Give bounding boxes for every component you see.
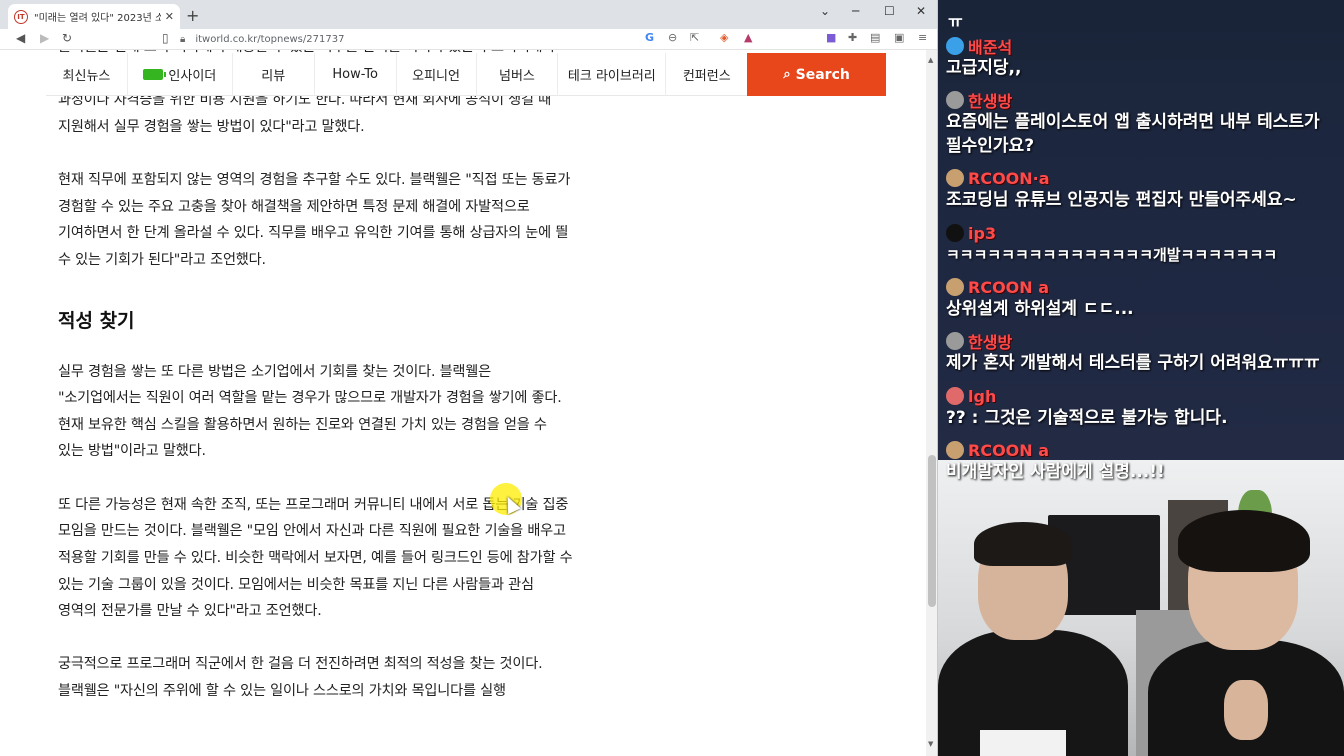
screen: { "browser": { "tab_title": "\"미래는 열려 있다… xyxy=(0,0,1344,756)
search-icon: ⌕ xyxy=(783,67,791,82)
chat-message: RCOON a 상위설계 하위설계 ㄷㄷ... xyxy=(946,277,1134,321)
chat-message: RCOON·a 조코딩님 유튜브 인공지능 편집자 만들어주세요~ xyxy=(946,168,1297,212)
zoom-icon[interactable]: ⊖ xyxy=(668,31,677,44)
share-icon[interactable]: ⇱ xyxy=(690,31,699,44)
scrollbar-thumb[interactable] xyxy=(928,455,936,607)
scroll-up-icon[interactable]: ▲ xyxy=(928,56,933,64)
chat-message: ip3 ㅋㅋㅋㅋㅋㅋㅋㅋㅋㅋㅋㅋㅋㅋㅋ개발ㅋㅋㅋㅋㅋㅋㅋ xyxy=(946,223,1277,267)
user-avatar xyxy=(946,332,964,350)
article-paragraph: 궁극적으로 프로그래머 직군에서 한 걸음 더 전진하려면 최적의 적성을 찾는… xyxy=(58,656,543,700)
chat-username: RCOON a xyxy=(968,277,1050,297)
close-window-icon[interactable]: ✕ xyxy=(916,4,926,18)
chat-text: ㅋㅋㅋㅋㅋㅋㅋㅋㅋㅋㅋㅋㅋㅋㅋ개발ㅋㅋㅋㅋㅋㅋㅋ xyxy=(946,246,1278,264)
chat-text: ?? : 그것은 기술적으로 불가능 합니다. xyxy=(946,408,1228,428)
lock-icon: 🔒︎ xyxy=(180,34,186,45)
insider-battery-icon xyxy=(143,69,167,80)
nav-opinion[interactable]: 오피니언 xyxy=(397,53,477,96)
brave-shield-icon[interactable]: ◈ xyxy=(720,31,728,44)
chat-username: 한생방 xyxy=(968,92,1013,111)
scroll-down-icon[interactable]: ▼ xyxy=(928,740,933,748)
chat-text: 고급지당,, xyxy=(946,58,1022,78)
user-avatar xyxy=(946,91,964,109)
back-icon[interactable]: ◀ xyxy=(16,31,25,45)
nav-insider[interactable]: 인사이더 xyxy=(128,53,233,96)
url-text: itworld.co.kr/topnews/271737 xyxy=(195,34,345,45)
streamer-left-hair xyxy=(974,522,1072,566)
wallet-icon[interactable]: ▣ xyxy=(894,31,904,44)
nav-latest-news[interactable]: 최신뉴스 xyxy=(46,53,128,96)
chat-top-text: ㅠ xyxy=(948,12,963,31)
webcam-feed xyxy=(938,460,1344,756)
chat-message: RCOON a 비개발자인 사람에게 설명...!! xyxy=(946,440,1165,484)
nav-how-to[interactable]: How-To xyxy=(315,53,397,96)
close-tab-icon[interactable]: ✕ xyxy=(165,10,174,23)
user-avatar xyxy=(946,278,964,296)
browser-toolbar: ◀ ▶ ↻ ▯ 🔒︎ itworld.co.kr/topnews/271737 … xyxy=(0,29,937,50)
user-avatar xyxy=(946,387,964,405)
nav-tech-library[interactable]: 테크 라이브러리 xyxy=(558,53,667,96)
chat-message: lgh ?? : 그것은 기술적으로 불가능 합니다. xyxy=(946,386,1228,430)
extension-icon[interactable]: ■ xyxy=(826,31,836,44)
site-nav: 최신뉴스 인사이더 리뷰 How-To 오피니언 넘버스 테크 라이브러리 컨퍼… xyxy=(46,53,887,96)
nav-conference[interactable]: 컨퍼런스 xyxy=(666,53,747,96)
chat-username: lgh xyxy=(968,386,997,406)
browser-window: IT "미래는 열려 있다" 2023년 소프트 ✕ + ⌄ ─ ☐ ✕ ◀ ▶… xyxy=(0,0,938,756)
bookmark-icon[interactable]: ▯ xyxy=(162,31,169,45)
minimize-icon[interactable]: ─ xyxy=(852,4,859,18)
nav-review[interactable]: 리뷰 xyxy=(233,53,315,96)
tshirt-logo xyxy=(980,730,1066,756)
user-avatar xyxy=(946,37,964,55)
chat-text: 제가 혼자 개발해서 테스터를 구하기 어려워요ㅠㅠㅠ xyxy=(946,353,1320,373)
chat-username: RCOON a xyxy=(968,440,1050,460)
chat-username: ip3 xyxy=(968,223,997,243)
tab-search-chevron-icon[interactable]: ⌄ xyxy=(820,4,830,18)
streamer-right-hand xyxy=(1224,680,1268,740)
section-heading: 적성 찾기 xyxy=(58,309,135,332)
reload-icon[interactable]: ↻ xyxy=(62,31,72,45)
user-avatar xyxy=(946,169,964,187)
itworld-favicon-icon: IT xyxy=(14,9,28,24)
sidebar-icon[interactable]: ▤ xyxy=(870,31,880,44)
chat-username: 한생방 xyxy=(968,333,1013,352)
chat-username: 배준석 xyxy=(968,38,1013,57)
streamer-right-hair xyxy=(1178,510,1310,572)
chat-username: RCOON·a xyxy=(968,168,1050,188)
chat-message: 배준석 고급지당,, xyxy=(946,36,1021,80)
new-tab-icon[interactable]: + xyxy=(186,6,199,25)
chat-text: 요즘에는 플레이스토어 앱 출시하려면 내부 테스트가 xyxy=(946,112,1320,132)
tab-strip: IT "미래는 열려 있다" 2023년 소프트 ✕ + ⌄ ─ ☐ ✕ xyxy=(0,0,937,29)
tab-title: "미래는 열려 있다" 2023년 소프트 xyxy=(34,13,161,24)
article-paragraph: 현재 직무에 포함되지 않는 영역의 경험을 추구할 수도 있다. 블랙웰은 "… xyxy=(58,172,571,268)
chat-text: 조코딩님 유튜브 인공지능 편집자 만들어주세요~ xyxy=(946,190,1297,210)
maximize-icon[interactable]: ☐ xyxy=(884,4,895,18)
search-button[interactable]: ⌕ Search xyxy=(747,53,887,96)
chat-message: 한생방 제가 혼자 개발해서 테스터를 구하기 어려워요ㅠㅠㅠ xyxy=(946,331,1320,375)
article-paragraph: 실무 경험을 쌓는 또 다른 방법은 소기업에서 기회를 찾는 것이다. 블랙웰… xyxy=(58,363,562,460)
nav-numbers[interactable]: 넘버스 xyxy=(477,53,559,96)
extensions-puzzle-icon[interactable]: ✚ xyxy=(848,31,857,44)
article-body: 블랙웰은 현재 소속 회사에서 채용할 수 있는 직무를 살펴볼 기회가 있는지… xyxy=(58,50,573,731)
forward-icon[interactable]: ▶ xyxy=(40,31,49,45)
user-avatar xyxy=(946,224,964,242)
menu-icon[interactable]: ≡ xyxy=(918,31,927,44)
chat-message: 한생방 요즘에는 플레이스토어 앱 출시하려면 내부 테스트가 필수인가요? xyxy=(946,90,1320,158)
browser-tab[interactable]: IT "미래는 열려 있다" 2023년 소프트 ✕ xyxy=(8,4,180,29)
chat-text: 비개발자인 사람에게 설명...!! xyxy=(946,462,1165,482)
page-scrollbar[interactable]: ▲ ▼ xyxy=(926,50,937,756)
web-page: 블랙웰은 현재 소속 회사에서 채용할 수 있는 직무를 살펴볼 기회가 있는지… xyxy=(0,50,937,756)
google-translate-icon[interactable]: G xyxy=(645,31,654,44)
user-avatar xyxy=(946,441,964,459)
chat-text: 필수인가요? xyxy=(946,136,1035,156)
chat-text: 상위설계 하위설계 ㄷㄷ... xyxy=(946,299,1134,319)
brave-rewards-icon[interactable]: ▲ xyxy=(744,31,752,44)
